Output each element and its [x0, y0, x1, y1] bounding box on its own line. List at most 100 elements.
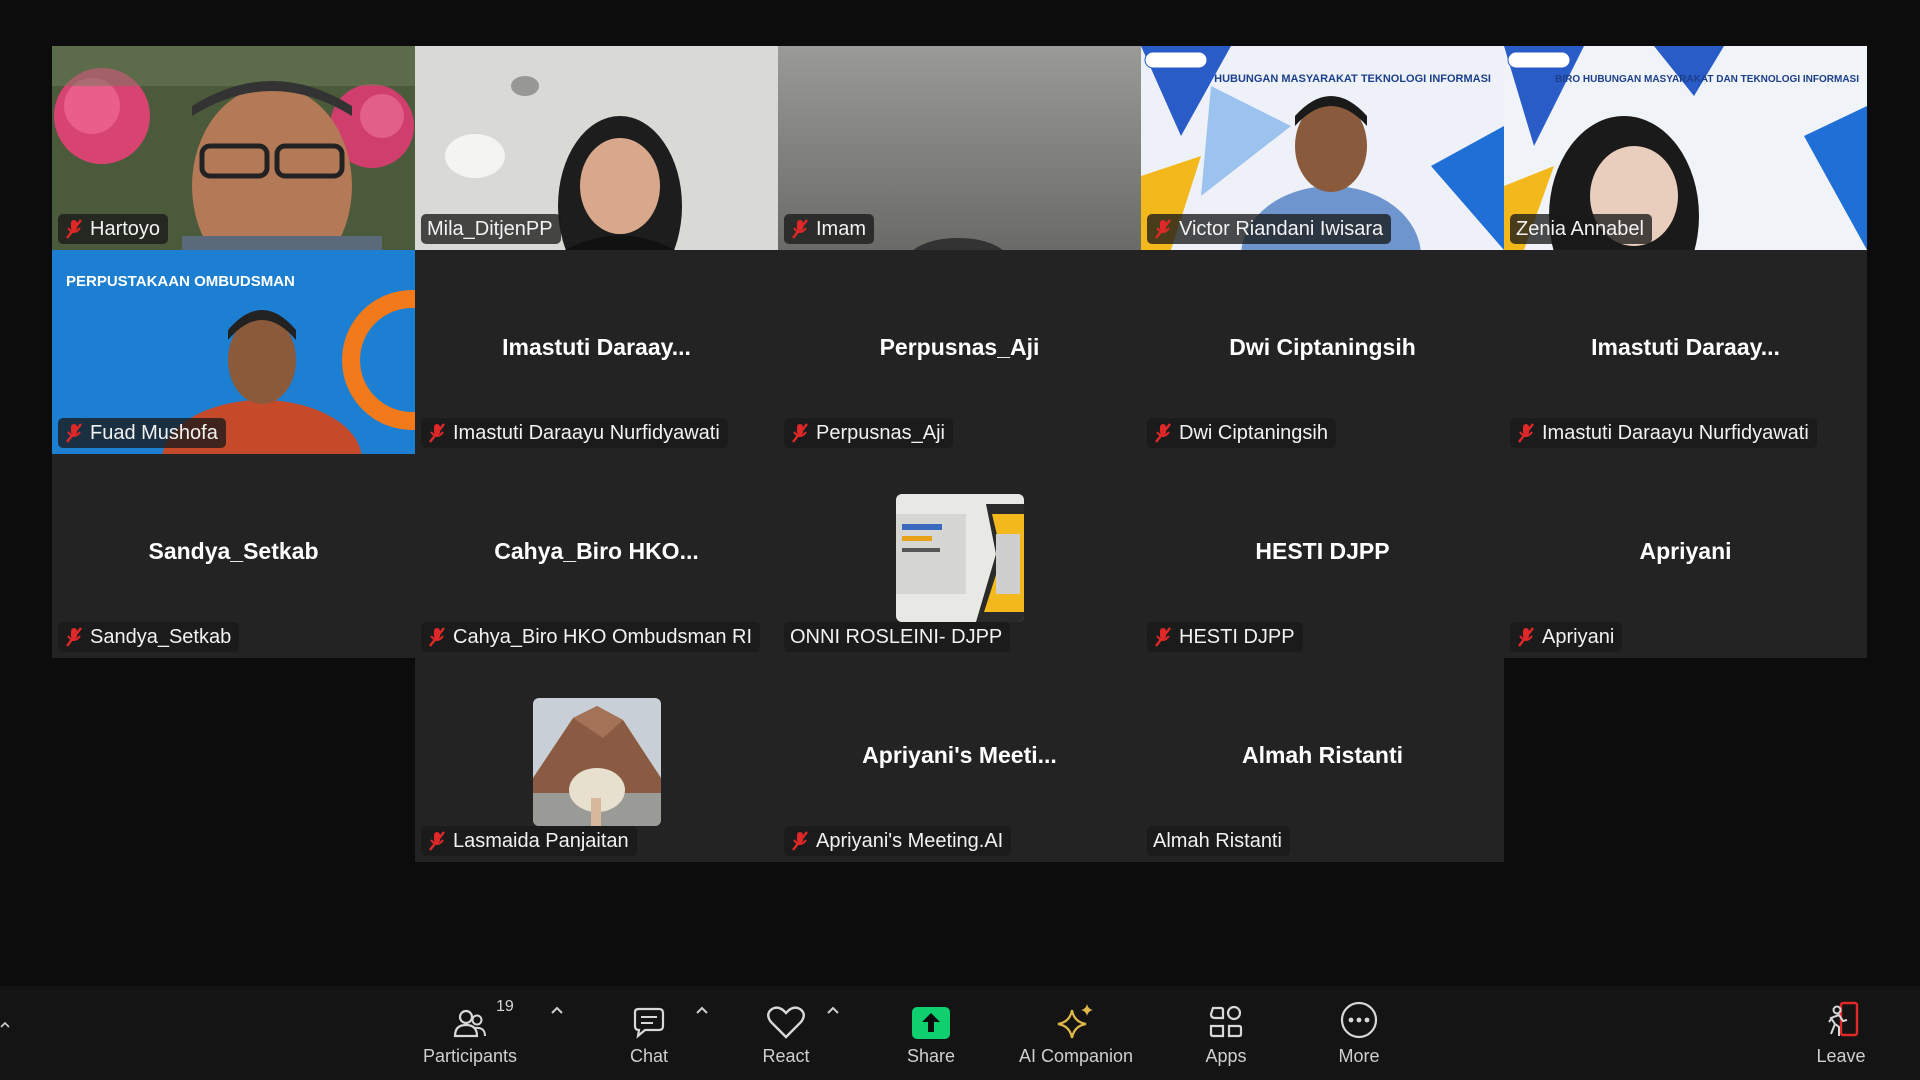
collapse-caret-icon[interactable]: [0, 1020, 10, 1030]
profile-picture-avatar: [533, 698, 661, 826]
participant-name: Perpusnas_Aji: [816, 421, 945, 444]
chat-label: Chat: [629, 1046, 669, 1066]
display-name: Cahya_Biro HKO...: [494, 538, 699, 564]
mic-muted-icon: [429, 627, 445, 647]
participant-name-label: Mila_DitjenPP: [421, 214, 561, 244]
participant-name-label: Apriyani's Meeting.AI: [784, 826, 1012, 856]
apps-label: Apps: [1205, 1046, 1247, 1066]
banner-text: PERPUSTAKAAN OMBUDSMAN: [66, 273, 295, 290]
participant-name: Cahya_Biro HKO Ombudsman RI: [453, 625, 753, 648]
participants-label: Participants: [422, 1046, 518, 1066]
video-tile-imastuti-2[interactable]: Imastuti Daraay... Imastuti Daraayu Nurf…: [1504, 250, 1867, 454]
participant-name: Mila_DitjenPP: [427, 217, 553, 240]
participant-name-label: Sandya_Setkab: [58, 622, 240, 652]
participant-name-label: ONNI ROSLEINI- DJPP: [784, 622, 1011, 652]
video-tile-imastuti-1[interactable]: Imastuti Daraay... Imastuti Daraayu Nurf…: [415, 250, 778, 454]
chat-button[interactable]: Chat: [589, 992, 709, 1076]
participant-name-label: Perpusnas_Aji: [784, 418, 953, 448]
banner-text: HUBUNGAN MASYARAKAT TEKNOLOGI INFORMASI: [1214, 73, 1491, 85]
video-tile-perpusnas-aji[interactable]: Perpusnas_Aji Perpusnas_Aji: [778, 250, 1141, 454]
video-tile-hartoyo[interactable]: Hartoyo: [52, 46, 415, 250]
participant-name: Sandya_Setkab: [90, 625, 232, 648]
share-button[interactable]: Share: [871, 992, 991, 1076]
mic-muted-icon: [66, 219, 82, 239]
apps-button[interactable]: Apps: [1166, 992, 1286, 1076]
participant-name: Imam: [816, 217, 866, 240]
participant-name-label: Zenia Annabel: [1510, 214, 1652, 244]
participant-name-label: HESTI DJPP: [1147, 622, 1303, 652]
participant-name-label: Apriyani: [1510, 622, 1623, 652]
video-tile-imam[interactable]: Imam: [778, 46, 1141, 250]
video-tile-lasmaida[interactable]: Lasmaida Panjaitan: [415, 658, 778, 862]
share-label: Share: [906, 1046, 956, 1066]
video-tile-mila-active-speaker[interactable]: Mila_DitjenPP: [415, 46, 778, 250]
video-tile-almah[interactable]: Almah Ristanti Almah Ristanti: [1141, 658, 1504, 862]
more-button[interactable]: More: [1299, 992, 1419, 1076]
video-tile-onni[interactable]: ONNI ROSLEINI- DJPP: [778, 454, 1141, 658]
participant-name-label: Imastuti Daraayu Nurfidyawati: [1510, 418, 1817, 448]
video-tile-hesti[interactable]: HESTI DJPP HESTI DJPP: [1141, 454, 1504, 658]
display-name: Apriyani's Meeti...: [862, 742, 1057, 768]
leave-button[interactable]: Leave: [1781, 992, 1901, 1076]
profile-picture-avatar: [896, 494, 1024, 622]
chat-options-caret-icon[interactable]: [694, 1004, 710, 1016]
apps-icon: [1209, 1005, 1243, 1038]
participant-name: Dwi Ciptaningsih: [1179, 421, 1328, 444]
participant-name: Lasmaida Panjaitan: [453, 829, 629, 852]
display-name: HESTI DJPP: [1255, 538, 1390, 564]
display-name: Apriyani: [1639, 538, 1732, 564]
display-name: Imastuti Daraay...: [502, 334, 691, 360]
display-name: Sandya_Setkab: [148, 538, 319, 564]
participant-name-label: Cahya_Biro HKO Ombudsman RI: [421, 622, 761, 652]
mic-muted-icon: [66, 627, 82, 647]
participants-options-caret-icon[interactable]: [549, 1004, 565, 1016]
heart-icon: [767, 1006, 805, 1039]
share-arrow-icon: [912, 1007, 950, 1039]
chat-icon: [633, 1007, 665, 1039]
sparkle-icon: [1057, 1004, 1093, 1039]
display-name: Imastuti Daraay...: [1591, 334, 1780, 360]
video-tile-cahya[interactable]: Cahya_Biro HKO... Cahya_Biro HKO Ombudsm…: [415, 454, 778, 658]
react-label: React: [762, 1046, 810, 1066]
meeting-toolbar: Participants 19 Chat React Share AI Comp…: [0, 986, 1920, 1080]
mic-muted-icon: [792, 423, 808, 443]
participant-name: Victor Riandani Iwisara: [1179, 217, 1384, 240]
video-tile-sandya[interactable]: Sandya_Setkab Sandya_Setkab: [52, 454, 415, 658]
display-name: Perpusnas_Aji: [879, 334, 1040, 360]
video-tile-zenia[interactable]: BIRO HUBUNGAN MASYARAKAT DAN TEKNOLOGI I…: [1504, 46, 1867, 250]
participant-name-label: Almah Ristanti: [1147, 826, 1290, 856]
display-name: Almah Ristanti: [1241, 742, 1404, 768]
display-name: Dwi Ciptaningsih: [1229, 334, 1416, 360]
more-label: More: [1338, 1046, 1380, 1066]
participant-name: Apriyani: [1542, 625, 1615, 648]
participant-name: Zenia Annabel: [1516, 217, 1644, 240]
mic-muted-icon: [1155, 627, 1171, 647]
leave-label: Leave: [1816, 1046, 1866, 1066]
participant-name-label: Victor Riandani Iwisara: [1147, 214, 1392, 244]
mic-muted-icon: [1518, 627, 1534, 647]
video-tile-fuad[interactable]: PERPUSTAKAAN OMBUDSMAN Fuad Mushofa: [52, 250, 415, 454]
leave-icon: [1828, 1001, 1859, 1037]
mic-muted-icon: [429, 831, 445, 851]
participant-name-label: Hartoyo: [58, 214, 169, 244]
participant-name: Imastuti Daraayu Nurfidyawati: [1542, 421, 1809, 444]
ai-companion-button[interactable]: AI Companion: [1016, 992, 1136, 1076]
video-tile-apriyani-meeting-ai[interactable]: Apriyani's Meeti... Apriyani's Meeting.A…: [778, 658, 1141, 862]
participant-name: Apriyani's Meeting.AI: [816, 829, 1004, 852]
video-tile-dwi[interactable]: Dwi Ciptaningsih Dwi Ciptaningsih: [1141, 250, 1504, 454]
react-options-caret-icon[interactable]: [825, 1004, 841, 1016]
participant-name: Almah Ristanti: [1153, 829, 1282, 852]
participant-name-label: Imastuti Daraayu Nurfidyawati: [421, 418, 728, 448]
video-tile-victor[interactable]: HUBUNGAN MASYARAKAT TEKNOLOGI INFORMASI …: [1141, 46, 1504, 250]
mic-muted-icon: [1518, 423, 1534, 443]
participant-name: Imastuti Daraayu Nurfidyawati: [453, 421, 720, 444]
ai-companion-label: AI Companion: [1018, 1046, 1134, 1066]
participants-icon: [453, 1009, 486, 1038]
mic-muted-icon: [792, 219, 808, 239]
mic-muted-icon: [1155, 219, 1171, 239]
more-dots-icon: [1340, 1001, 1378, 1039]
participant-name: HESTI DJPP: [1179, 625, 1295, 648]
participant-name-label: Fuad Mushofa: [58, 418, 226, 448]
video-tile-apriyani[interactable]: Apriyani Apriyani: [1504, 454, 1867, 658]
participant-name: Hartoyo: [90, 217, 161, 240]
